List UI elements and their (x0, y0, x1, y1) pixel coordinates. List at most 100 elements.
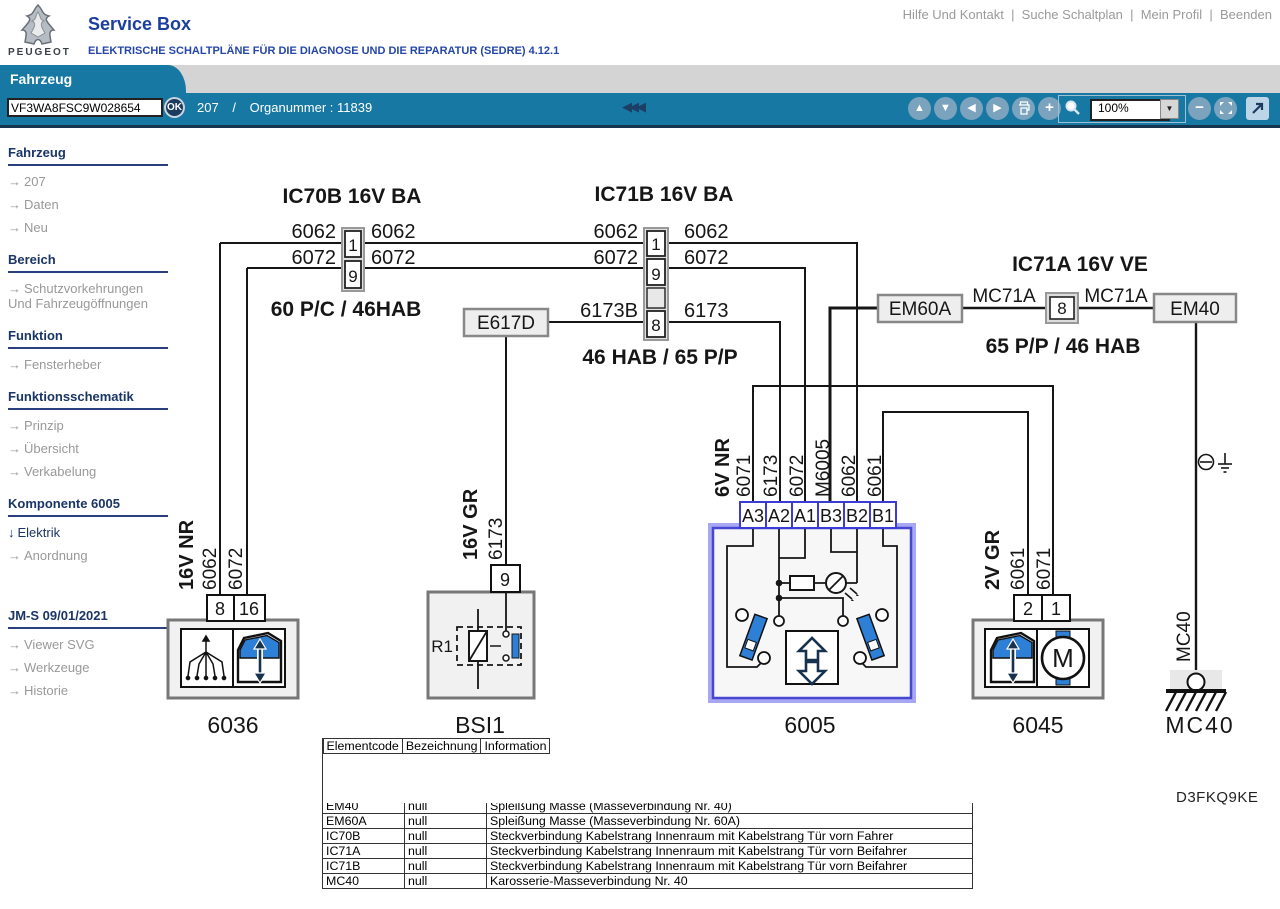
svg-text:2V GR: 2V GR (982, 529, 1004, 590)
component-label-6036: 6036 (207, 712, 258, 738)
svg-text:A1: A1 (794, 506, 816, 526)
sidebar-section-komponente-6005: Komponente 6005 (8, 496, 168, 517)
magnifier-icon[interactable] (1064, 99, 1082, 117)
open-external-button[interactable] (1246, 97, 1269, 120)
wire-label: 6072 (292, 247, 337, 269)
tab-fahrzeug[interactable]: Fahrzeug (0, 65, 186, 93)
sidebar-item-elektrik[interactable]: ↓Elektrik (8, 525, 168, 540)
zoom-select-arrow-icon[interactable]: ▼ (1160, 99, 1179, 119)
table-row: IC71AnullSteckverbindung Kabelstrang Inn… (323, 844, 973, 859)
arrow-right-icon: → (8, 548, 21, 563)
pin-label: 1 (348, 236, 357, 255)
component-label-6005[interactable]: 6005 (784, 712, 835, 738)
arrow-right-icon: → (8, 197, 21, 212)
connector-title: IC71B 16V BA (595, 183, 734, 206)
svg-text:6173: 6173 (486, 518, 507, 560)
sidebar-item-werkzeuge[interactable]: →Werkzeuge (8, 660, 168, 675)
component-6045: M 2 1 2V GR 6061 6071 6045 (973, 529, 1103, 738)
print-button[interactable] (1012, 97, 1035, 120)
wire-label: 6062 (684, 221, 729, 243)
arrow-right-icon: → (8, 174, 21, 189)
pan-left-button[interactable]: ◀ (960, 97, 983, 120)
connector-title-ic71a: IC71A 16V VE (1012, 253, 1148, 276)
wire-label-mc71a: MC71A (1084, 286, 1148, 307)
vehicle-model: 207 (197, 100, 219, 115)
sidebar-item-207[interactable]: →207 (8, 174, 168, 189)
arrow-right-icon: → (8, 637, 21, 652)
window-lift-icon (991, 633, 1034, 683)
sidebar-item-prinzip[interactable]: →Prinzip (8, 418, 168, 433)
sidebar-item-viewer-svg[interactable]: →Viewer SVG (8, 637, 168, 652)
sidebar-item-fensterheber[interactable]: →Fensterheber (8, 357, 168, 372)
wire-label: 6062 (594, 221, 639, 243)
wire-label: 6062 (371, 221, 416, 243)
link-hilfe[interactable]: Hilfe Und Kontakt (903, 7, 1004, 22)
svg-text:A2: A2 (768, 506, 790, 526)
arrow-right-icon: → (8, 357, 21, 372)
context-separator: / (232, 100, 236, 115)
col-information: Information (481, 739, 550, 754)
ground-mc40: MC40 MC40 (1165, 611, 1234, 738)
printer-icon (1017, 101, 1031, 115)
wire-labels-6005: 6V NR 6071 6173 6072 M6005 6062 6061 (712, 438, 886, 497)
wire-label: 6072 (594, 247, 639, 269)
svg-text:6V NR: 6V NR (712, 438, 734, 497)
svg-text:M: M (1052, 643, 1074, 673)
wire-label: 6072 (684, 247, 729, 269)
svg-text:B1: B1 (872, 506, 894, 526)
splice-em40: EM40 (1154, 294, 1236, 322)
link-suche-schaltplan[interactable]: Suche Schaltplan (1004, 7, 1123, 22)
splice-em60a: EM60A (878, 295, 962, 322)
link-mein-profil[interactable]: Mein Profil (1123, 7, 1202, 22)
fit-screen-button[interactable] (1214, 97, 1237, 120)
wire-label: 6062 (292, 221, 337, 243)
sidebar-section-funktion: Funktion (8, 328, 168, 349)
sidebar-item-anordnung[interactable]: →Anordnung (8, 548, 168, 563)
vin-input[interactable] (7, 98, 163, 117)
svg-text:6062: 6062 (200, 548, 221, 590)
arrow-right-icon: → (8, 281, 21, 296)
table-row: IC70BnullSteckverbindung Kabelstrang Inn… (323, 829, 973, 844)
wire-label-mc40: MC40 (1174, 611, 1195, 662)
sidebar-item-historie[interactable]: →Historie (8, 683, 168, 698)
svg-text:16V NR: 16V NR (176, 519, 198, 590)
up-down-switch-icon (786, 631, 838, 684)
sidebar-item-schutzvorkehrungen[interactable]: →Schutzvorkehrungen Und Fahrzeugöffnunge… (8, 281, 168, 311)
tab-strip (0, 65, 1280, 93)
sidebar-section-bereich: Bereich (8, 252, 168, 273)
arrow-right-icon: → (8, 220, 21, 235)
pan-up-button[interactable]: ▲ (908, 97, 931, 120)
app-header: PEUGEOT Service Box ELEKTRISCHE SCHALTPL… (0, 0, 1280, 65)
vehicle-context: 207 / Organummer : 11839 (197, 100, 382, 115)
sidebar-item-neu[interactable]: →Neu (8, 220, 168, 235)
component-6005[interactable]: A3 A2 A1 B3 B2 B1 (710, 502, 914, 701)
connector-title: IC70B 16V BA (283, 185, 422, 208)
sidebar-item-uebersicht[interactable]: →Übersicht (8, 441, 168, 456)
sidebar: Fahrzeug →207 →Daten →Neu Bereich →Schut… (8, 128, 168, 708)
collapse-panel-icon[interactable]: ◀◀◀ (622, 99, 643, 115)
pin-row-6005: A3 A2 A1 B3 B2 B1 (740, 502, 896, 528)
zoom-out-button[interactable]: − (1188, 97, 1211, 120)
pan-down-button[interactable]: ▼ (934, 97, 957, 120)
sidebar-item-daten[interactable]: →Daten (8, 197, 168, 212)
wire-label: 6173 (684, 300, 729, 322)
col-bezeichnung: Bezeichnung (402, 739, 481, 754)
pan-right-button[interactable]: ▶ (986, 97, 1009, 120)
ok-button[interactable]: OK (164, 97, 185, 118)
svg-text:6173: 6173 (761, 455, 782, 497)
link-beenden[interactable]: Beenden (1202, 7, 1272, 22)
sidebar-item-verkabelung[interactable]: →Verkabelung (8, 464, 168, 479)
zoom-select[interactable]: 100% (1090, 99, 1170, 121)
pin-label: 9 (348, 267, 357, 286)
pin-label: 16 (239, 599, 259, 619)
pin-label: 1 (1051, 599, 1061, 619)
wiring-diagram: IC70B 16V BA 1 9 6062 6062 6072 6072 IC7… (165, 140, 1275, 740)
connector-ic70b: IC70B 16V BA 1 9 6062 6062 6072 6072 (283, 185, 422, 291)
sidebar-section-funktionsschematik: Funktionsschematik (8, 389, 168, 410)
page-title: Service Box (88, 14, 191, 35)
svg-text:6072: 6072 (787, 455, 808, 497)
svg-text:6071: 6071 (1034, 548, 1055, 590)
component-bsi1: 9 16V GR 6173 R1 BSI1 (428, 488, 534, 738)
peugeot-lion-icon (14, 4, 62, 46)
svg-text:6062: 6062 (839, 455, 860, 497)
